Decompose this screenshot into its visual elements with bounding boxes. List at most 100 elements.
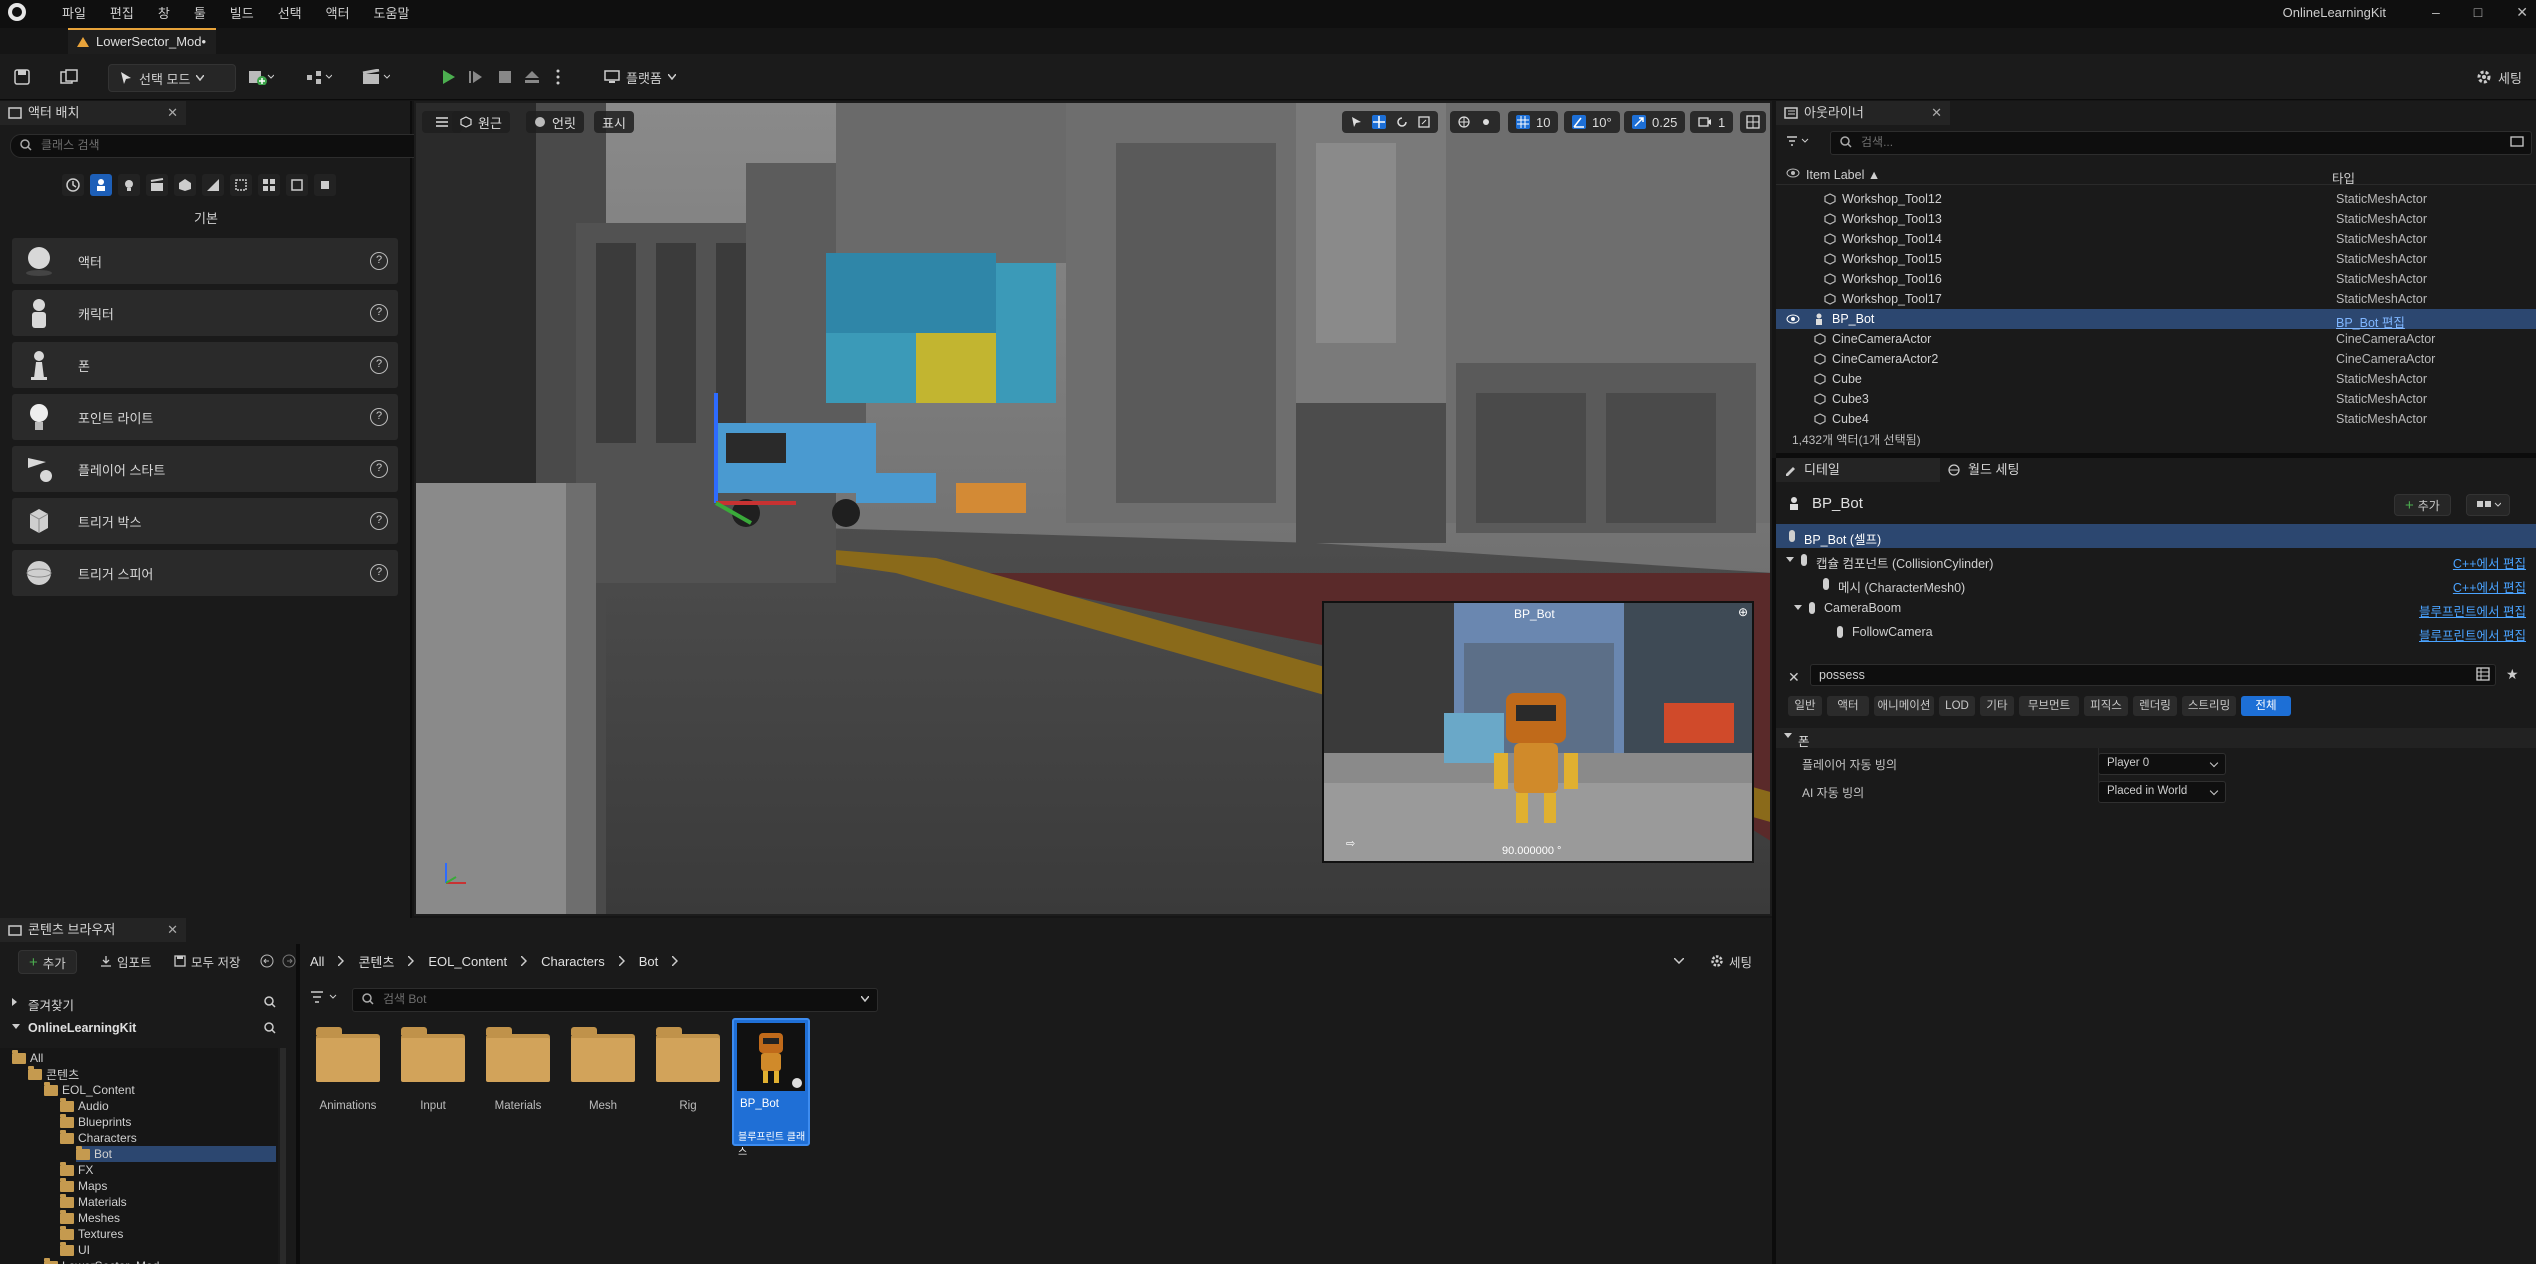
category-shapes-button[interactable] <box>286 174 308 196</box>
rotation-snap-button[interactable]: 10° <box>1564 111 1620 133</box>
panel-splitter[interactable] <box>1772 458 1776 1264</box>
folder-tree-item[interactable]: All <box>12 1049 43 1066</box>
category-filter-tab[interactable]: 전체 <box>2241 696 2291 716</box>
viewport-layout-button[interactable] <box>1740 111 1766 133</box>
favorite-star-icon[interactable]: ★ <box>2506 666 2519 683</box>
category-filter-tab[interactable]: 피직스 <box>2084 696 2128 716</box>
menu-actor[interactable]: 액터 <box>326 3 350 22</box>
show-button[interactable]: 표시 <box>594 111 634 133</box>
category-recent-button[interactable] <box>62 174 84 196</box>
edit-source-link[interactable]: C++에서 편집 <box>2453 577 2526 596</box>
camera-speed-button[interactable]: 1 <box>1690 111 1734 133</box>
cinematics-button[interactable] <box>362 64 390 90</box>
menu-build[interactable]: 빌드 <box>230 3 254 22</box>
help-icon[interactable]: ? <box>370 408 388 426</box>
help-icon[interactable]: ? <box>370 252 388 270</box>
outliner-row[interactable]: Workshop_Tool14 StaticMeshActor <box>1776 229 2536 249</box>
component-row[interactable]: BP_Bot (셀프) <box>1776 524 2536 548</box>
world-space-icon[interactable] <box>1458 116 1470 128</box>
import-button[interactable]: 임포트 <box>100 950 152 972</box>
add-actor-button[interactable] <box>248 64 274 90</box>
history-forward-button[interactable] <box>282 950 296 972</box>
category-geometry-button[interactable] <box>202 174 224 196</box>
folder-tree-item[interactable]: Audio <box>60 1097 109 1114</box>
category-filter-tab[interactable]: 기타 <box>1980 696 2014 716</box>
actor-item-trigger-sphere[interactable]: 트리거 스피어 ? <box>12 550 398 596</box>
history-back-button[interactable] <box>260 950 274 972</box>
edit-source-link[interactable]: C++에서 편집 <box>2453 553 2526 572</box>
folder-tree-item[interactable]: Bot <box>76 1145 276 1162</box>
tree-scrollbar[interactable] <box>280 1048 286 1264</box>
property-value-dropdown[interactable]: Placed in World <box>2098 781 2226 803</box>
chevron-right-icon[interactable] <box>338 956 345 966</box>
breadcrumb-item[interactable]: EOL_Content <box>428 954 507 969</box>
stop-button[interactable] <box>498 64 512 90</box>
menu-tools[interactable]: 툴 <box>194 3 206 22</box>
outliner-row[interactable]: BP_Bot BP_Bot 편집 <box>1776 309 2536 330</box>
category-basic-button[interactable] <box>90 174 112 196</box>
asset-folder-tile[interactable]: Rig <box>650 1018 726 1112</box>
path-dropdown-button[interactable] <box>1674 950 1684 972</box>
actor-name-field[interactable]: BP_Bot <box>1812 495 1863 512</box>
category-filter-tab[interactable]: 액터 <box>1827 696 1869 716</box>
menu-help[interactable]: 도움말 <box>374 3 410 22</box>
scale-snap-button[interactable]: 0.25 <box>1624 111 1686 133</box>
pin-icon[interactable]: ⊕ <box>1738 605 1748 619</box>
outliner-row[interactable]: CineCameraActor2 CineCameraActor <box>1776 349 2536 369</box>
folder-tree-item[interactable]: Textures <box>60 1225 123 1242</box>
actor-item-point-light[interactable]: 포인트 라이트 ? <box>12 394 398 440</box>
level-viewport[interactable]: 원근 언릿 표시 10 10° 0.25 1 BP_Bot 90.000000 … <box>414 101 1772 916</box>
close-window-button[interactable]: ✕ <box>2516 4 2528 21</box>
folder-tree-item[interactable]: EOL_Content <box>44 1081 135 1098</box>
category-cinematic-button[interactable] <box>146 174 168 196</box>
close-icon[interactable]: ✕ <box>167 101 178 125</box>
add-folder-button[interactable] <box>2510 135 2526 147</box>
breadcrumb-item[interactable]: 콘텐츠 <box>358 952 394 971</box>
category-filter-tab[interactable]: 일반 <box>1788 696 1822 716</box>
menu-file[interactable]: 파일 <box>62 3 86 22</box>
actor-item-character[interactable]: 캐릭터 ? <box>12 290 398 336</box>
details-search-input[interactable]: possess <box>1810 664 2496 686</box>
minimize-button[interactable]: – <box>2432 4 2440 20</box>
details-tab[interactable]: 디테일 ✕ <box>1776 458 1964 482</box>
move-tool-icon[interactable] <box>1372 115 1386 129</box>
help-icon[interactable]: ? <box>370 564 388 582</box>
asset-search-input[interactable]: 검색 Bot <box>352 988 878 1012</box>
view-mode-button[interactable]: 언릿 <box>526 111 584 133</box>
folder-tree-item[interactable]: FX <box>60 1161 93 1178</box>
category-filter-tab[interactable]: LOD <box>1939 696 1975 716</box>
chevron-right-icon[interactable] <box>672 956 679 966</box>
help-icon[interactable]: ? <box>370 512 388 530</box>
folder-tree-item[interactable]: LowerSector_Mod <box>44 1257 159 1264</box>
perspective-button[interactable]: 원근 <box>452 111 510 133</box>
folder-tree-item[interactable]: Meshes <box>60 1209 120 1226</box>
help-icon[interactable]: ? <box>370 356 388 374</box>
level-tab[interactable]: LowerSector_Mod• <box>68 28 216 54</box>
outliner-row[interactable]: Workshop_Tool12 StaticMeshActor <box>1776 189 2536 209</box>
category-filter-tab[interactable]: 무브먼트 <box>2019 696 2079 716</box>
add-component-button[interactable]: + 추가 <box>2394 494 2451 516</box>
category-filter-tab[interactable]: 스트리밍 <box>2182 696 2236 716</box>
chevron-right-icon[interactable] <box>618 956 625 966</box>
settings-button[interactable]: 세팅 <box>2476 64 2522 90</box>
item-label-column-header[interactable]: Item Label ▲ <box>1806 168 1880 182</box>
surface-snap-icon[interactable] <box>1480 116 1492 128</box>
actor-item-pawn[interactable]: 폰 ? <box>12 342 398 388</box>
category-all-classes-button[interactable] <box>258 174 280 196</box>
outliner-row[interactable]: Workshop_Tool13 StaticMeshActor <box>1776 209 2536 229</box>
content-browser-tab[interactable]: 콘텐츠 브라우저 ✕ <box>0 918 186 942</box>
help-icon[interactable]: ? <box>370 304 388 322</box>
visibility-eye-icon[interactable] <box>1786 314 1800 324</box>
folder-tree-item[interactable]: Characters <box>60 1129 137 1146</box>
select-tool-icon[interactable] <box>1350 116 1362 128</box>
close-icon[interactable]: ✕ <box>167 918 178 942</box>
asset-filter-dropdown[interactable] <box>310 990 340 1004</box>
panel-splitter[interactable] <box>296 944 300 1264</box>
save-all-button[interactable]: 모두 저장 <box>174 950 240 972</box>
component-row[interactable]: FollowCamera 블루프린트에서 편집 <box>1776 620 2536 644</box>
blueprint-options-button[interactable] <box>2466 494 2510 516</box>
chevron-down-icon[interactable] <box>1794 605 1802 611</box>
search-icon[interactable] <box>264 1022 276 1034</box>
mode-select-dropdown[interactable]: 선택 모드 <box>108 64 236 92</box>
breadcrumb-item[interactable]: Bot <box>639 954 659 969</box>
